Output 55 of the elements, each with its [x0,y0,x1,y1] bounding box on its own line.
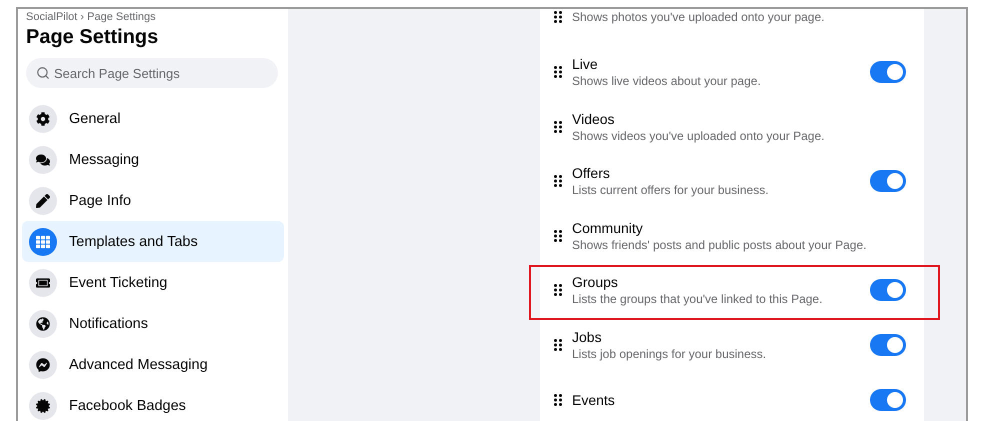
tab-description: Shows videos you've uploaded onto your Page. [572,128,826,143]
sidebar-item-label: Event Ticketing [69,274,168,290]
tab-description: Lists the groups that you've linked to this Page. [572,292,824,306]
globe-icon [29,310,57,338]
sidebar-item-label: Notifications [69,316,148,332]
tab-description: Lists job openings for your business. [572,347,768,362]
drag-handle-icon[interactable] [554,66,562,78]
tab-description: Shows live videos about your page. [572,74,762,88]
sidebar-item[interactable]: Templates and Tabs [22,221,284,262]
sidebar-item[interactable]: Messaging [22,139,284,180]
sidebar-item[interactable]: Event Ticketing [22,262,284,303]
drag-handle-icon[interactable] [554,230,562,242]
sidebar-item-label: Facebook Badges [69,398,186,414]
tab-description: Shows photos you've uploaded onto your page. [572,10,826,24]
gear-icon [29,104,57,132]
sidebar-item[interactable]: Advanced Messaging [22,344,284,385]
toggle-switch[interactable] [870,388,906,411]
tab-title: Community [572,220,644,236]
messenger-icon [29,350,57,378]
sidebar-item[interactable]: Facebook Badges [22,385,284,421]
sidebar-item[interactable]: General [22,98,284,139]
search-field[interactable]: Search Page Settings [26,58,278,88]
tab-description: Lists current offers for your business. [572,183,770,198]
tab-title: Offers [572,165,611,182]
toggle-switch[interactable] [870,279,906,302]
tab-title: Live [572,56,599,72]
drag-handle-icon[interactable] [554,11,562,24]
page-title: Page Settings [25,26,160,49]
toggle-switch[interactable] [870,334,906,356]
drag-handle-icon[interactable] [554,394,562,406]
sidebar-item-label: Page Info [69,192,132,208]
toggle-switch[interactable] [870,60,906,83]
sidebar-item-label: Messaging [69,152,140,168]
tab-title: Events [572,392,616,408]
drag-handle-icon[interactable] [554,120,562,133]
breadcrumb: SocialPilot › Page Settings [25,11,157,23]
sidebar-item-label: Templates and Tabs [69,234,198,250]
toggle-switch[interactable] [870,170,906,192]
drag-handle-icon[interactable] [554,339,562,352]
ticket-icon [29,268,57,296]
sidebar-item[interactable]: Page Info [22,180,284,221]
chat-bubbles-icon [29,146,57,174]
grid-icon [29,228,57,256]
pencil-icon [29,186,57,214]
tab-description: Shows friends' posts and public posts about your Page. [572,238,868,252]
badge-icon [29,392,57,420]
tab-title: Jobs [572,329,603,346]
sidebar-item-label: Advanced Messaging [69,356,208,372]
drag-handle-icon[interactable] [554,175,562,188]
sidebar-item[interactable]: Notifications [22,303,284,344]
tab-title: Groups [572,274,619,290]
sidebar-item-label: General [69,110,121,126]
search-icon [36,66,50,80]
tab-title: Videos [572,110,616,127]
drag-handle-icon[interactable] [554,284,562,296]
